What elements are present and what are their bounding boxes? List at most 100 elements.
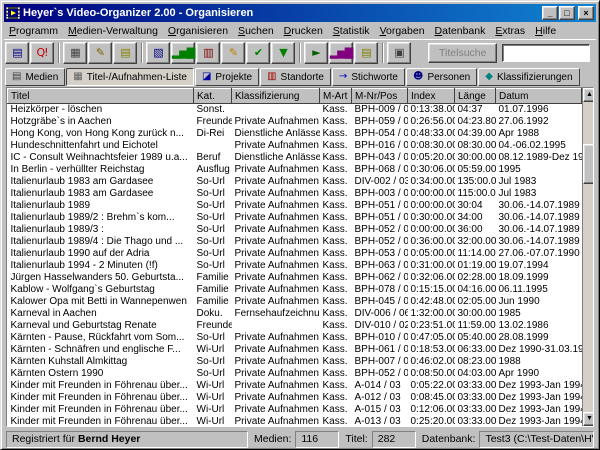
titelsuche-button[interactable]: Titelsuche: [428, 43, 497, 63]
media-list-button[interactable]: ▦: [63, 42, 87, 64]
column-header-datum[interactable]: Datum: [496, 89, 582, 104]
registered-label: Registriert für: [12, 433, 75, 445]
table-row[interactable]: Jürgen Hasselwanders 50. Geburtsta...Fam…: [8, 272, 582, 284]
tab-medien[interactable]: ▤Medien: [5, 68, 65, 86]
title-search-input[interactable]: [502, 44, 590, 62]
table-row[interactable]: In Berlin - verhüllter ReichstagAusflugP…: [8, 164, 582, 176]
tab-personen[interactable]: ☻Personen: [406, 68, 477, 86]
table-cell: Karneval in Aachen: [8, 308, 194, 320]
program-notes-button[interactable]: ▤: [5, 42, 29, 64]
table-row[interactable]: Italienurlaub 1983 am GardaseeSo-UrlPriv…: [8, 176, 582, 188]
table-row[interactable]: Italienurlaub 1990 auf der AdriaSo-UrlPr…: [8, 248, 582, 260]
table-row[interactable]: Kärnten - Pause, Rückfahrt vom Som...So-…: [8, 332, 582, 344]
table-cell: 0:32:06.00: [408, 272, 455, 284]
table-row[interactable]: Heizkörper - löschenSonst.Kass.BPH-009 /…: [8, 104, 582, 116]
menu-item-datenbank[interactable]: Datenbank: [430, 24, 491, 38]
minimize-button[interactable]: _: [542, 6, 558, 20]
media-list-icon: ▦: [70, 47, 79, 58]
new-note-button[interactable]: ▤: [113, 42, 137, 64]
menu-item-extras[interactable]: Extras: [490, 24, 530, 38]
menu-item-organisieren[interactable]: Organisieren: [163, 24, 233, 38]
column-header-m-nr-pos[interactable]: M-Nr/Pos: [352, 89, 408, 104]
table-row[interactable]: Kinder mit Freunden in Föhrenau über...W…: [8, 416, 582, 428]
film-play-button[interactable]: ►: [304, 42, 328, 64]
index-books-button[interactable]: ▥: [196, 42, 220, 64]
print-button[interactable]: ▣: [387, 42, 411, 64]
table-row[interactable]: Kärnten Ostern 1990So-UrlPrivate Aufnahm…: [8, 368, 582, 380]
table-cell: Kass.: [320, 224, 352, 236]
table-cell: BPH-007 / 02: [352, 356, 408, 368]
table-row[interactable]: Hundeschnittenfahrt und EichotelPrivate …: [8, 140, 582, 152]
table-cell: Private Aufnahmen: [232, 416, 320, 428]
tab-standorte[interactable]: ▥Standorte: [260, 68, 331, 86]
table-row[interactable]: Kärnten Kuhstall AlmkittagSo-UrlPrivate …: [8, 356, 582, 368]
table-row[interactable]: IC - Consult Weihnachtsfeier 1989 u.a...…: [8, 152, 582, 164]
table-cell: Private Aufnahmen: [232, 188, 320, 200]
table-cell: BPH-043 / 02: [352, 152, 408, 164]
menu-item-suchen[interactable]: Suchen: [233, 24, 279, 38]
tab-klassifizierungen[interactable]: ◆Klassifizierungen: [478, 68, 579, 86]
table-row[interactable]: Italienurlaub 1989So-UrlPrivate Aufnahme…: [8, 200, 582, 212]
table-cell: Kinder mit Freunden in Föhrenau über...: [8, 404, 194, 416]
table-row[interactable]: Hong Kong, von Hong Kong zurück n...Di-R…: [8, 128, 582, 140]
statistics-chart-button[interactable]: ▂▅▇: [171, 42, 195, 64]
scroll-down-icon[interactable]: ▼: [583, 412, 594, 426]
maximize-button[interactable]: □: [559, 6, 575, 20]
table-row[interactable]: Kinder mit Freunden in Föhrenau über...W…: [8, 404, 582, 416]
project-cards-button[interactable]: ▧: [146, 42, 170, 64]
sort-down-button[interactable]: ▼: [271, 42, 295, 64]
film-edit-button[interactable]: ✎: [221, 42, 245, 64]
table-cell: Private Aufnahmen: [232, 344, 320, 356]
menu-item-drucken[interactable]: Drucken: [279, 24, 328, 38]
vertical-scrollbar[interactable]: ▲ ▼: [582, 88, 594, 426]
edit-title-icon: ✎: [96, 47, 104, 58]
toolbar-separator: [299, 43, 301, 63]
table-row[interactable]: Karneval und Geburtstag RenateFreundeKas…: [8, 320, 582, 332]
table-cell: 11:14.00: [455, 248, 496, 260]
edit-title-button[interactable]: ✎: [88, 42, 112, 64]
column-header-titel[interactable]: Titel: [8, 89, 194, 104]
table-row[interactable]: Kinder mit Freunden in Föhrenau über...W…: [8, 380, 582, 392]
table-row[interactable]: Kinder mit Freunden in Föhrenau über...W…: [8, 392, 582, 404]
column-header-m-art[interactable]: M-Art: [320, 89, 352, 104]
column-header-kat[interactable]: Kat.: [194, 89, 232, 104]
table-row[interactable]: Italienurlaub 1994 - 2 Minuten (!f)So-Ur…: [8, 260, 582, 272]
menu-item-vorgaben[interactable]: Vorgaben: [375, 24, 430, 38]
column-header-klassifizierung[interactable]: Klassifizierung: [232, 89, 320, 104]
quit-button[interactable]: Q!: [30, 42, 54, 64]
column-header-index[interactable]: Index: [408, 89, 455, 104]
check-marker-button[interactable]: ✔: [246, 42, 270, 64]
table-cell: Kass.: [320, 152, 352, 164]
menu-item-medien-verwaltung[interactable]: Medien-Verwaltung: [63, 24, 163, 38]
table-cell: Private Aufnahmen: [232, 176, 320, 188]
notes-button[interactable]: ▤: [354, 42, 378, 64]
table-row[interactable]: Italienurlaub 1989/2 : Brehm`s kom...So-…: [8, 212, 582, 224]
table-row[interactable]: Italienurlaub 1983 am GardaseeSo-UrlPriv…: [8, 188, 582, 200]
table-row[interactable]: Hotzgräbe`s in AachenFreundePrivate Aufn…: [8, 116, 582, 128]
window-controls: _ □ ×: [542, 6, 594, 20]
scroll-up-icon[interactable]: ▲: [583, 88, 594, 102]
tab-stichworte[interactable]: →Stichworte: [332, 68, 405, 86]
report-chart-button[interactable]: ▂▅▇: [329, 42, 353, 64]
tab-titel-aufnahmen-liste[interactable]: ▦Titel-/Aufnahmen-Liste: [66, 68, 194, 86]
table-row[interactable]: Kalower Opa mit Betti in WannepenwenFami…: [8, 296, 582, 308]
film-icon: ▤: [12, 72, 21, 82]
menu-item-statistik[interactable]: Statistik: [328, 24, 375, 38]
table-row[interactable]: Kablow - Wolfgang`s GeburtstagFamiliePri…: [8, 284, 582, 296]
table-row[interactable]: Italienurlaub 1989/4 : Die Thago und ...…: [8, 236, 582, 248]
scroll-thumb[interactable]: [583, 144, 594, 184]
table-row[interactable]: Italienurlaub 1989/3 :So-UrlPrivate Aufn…: [8, 224, 582, 236]
table-row[interactable]: Kärnten - Schnäfren und englische F...Wi…: [8, 344, 582, 356]
table-row[interactable]: Karneval in AachenDoku.Fernsehaufzeichnu…: [8, 308, 582, 320]
column-header-länge[interactable]: Länge: [455, 89, 496, 104]
table-cell: 28.08.1999: [496, 332, 582, 344]
menu-item-hilfe[interactable]: Hilfe: [530, 24, 561, 38]
table-cell: Italienurlaub 1989/2 : Brehm`s kom...: [8, 212, 194, 224]
tab-projekte[interactable]: ◪Projekte: [195, 68, 259, 86]
table-cell: BPH-009 / 03: [352, 104, 408, 116]
table-cell: So-Url: [194, 212, 232, 224]
close-button[interactable]: ×: [578, 6, 594, 20]
scroll-track[interactable]: [583, 102, 594, 412]
menu-item-programm[interactable]: Programm: [4, 24, 63, 38]
table-cell: BPH-052 / 07: [352, 368, 408, 380]
